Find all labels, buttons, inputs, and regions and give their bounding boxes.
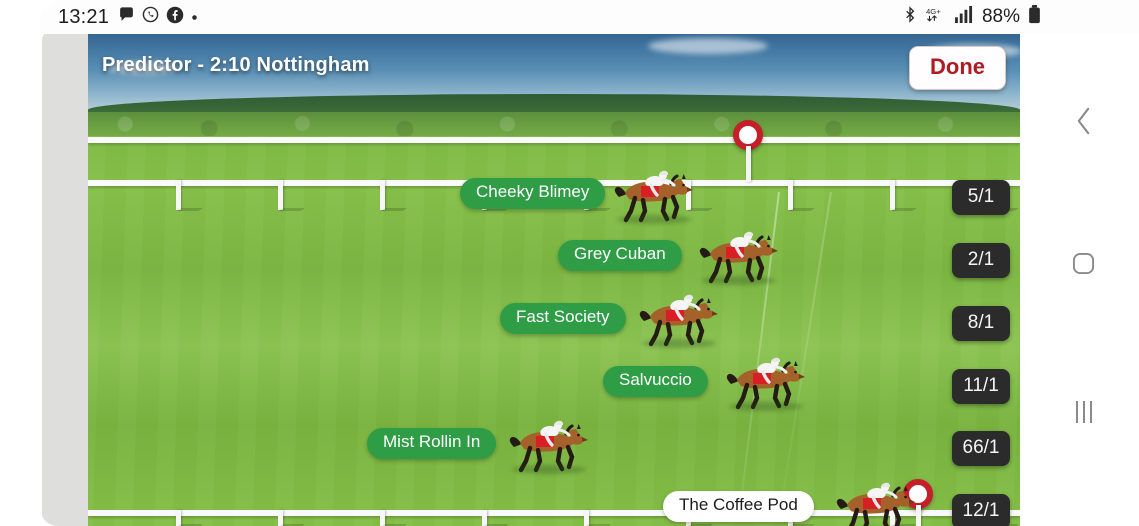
runner-name-pill[interactable]: Fast Society [500,303,626,334]
battery-full-icon [1028,5,1041,29]
horse-sprite [611,167,699,225]
runner-odds-badge[interactable]: 66/1 [952,431,1010,466]
cloud [648,38,768,54]
runner-odds-badge[interactable]: 2/1 [952,243,1010,278]
rail-post [176,180,181,210]
rail-post [890,180,895,210]
status-clock: 13:21 [58,5,110,28]
status-notification-icons [118,6,198,29]
network-4g-plus-icon: 4G+ [926,5,947,29]
finish-post-marker [733,120,763,182]
runner-name-pill[interactable]: Mist Rollin In [367,428,497,459]
finish-post-pole [746,146,751,182]
runner-name-pill[interactable]: The Coffee Pod [663,491,814,522]
runner-name-pill[interactable]: Grey Cuban [558,240,682,271]
horse-sprite [506,417,594,475]
nav-home-button[interactable] [1028,252,1139,275]
battery-percent-label: 88% [981,6,1020,27]
runner-name-pill[interactable]: Salvuccio [603,366,708,397]
horse-sprite [723,354,811,412]
bluetooth-icon [902,5,918,29]
runner-odds-badge[interactable]: 8/1 [952,306,1010,341]
horse-shadow [617,215,691,224]
horse-sprite [696,228,784,286]
signal-bars-icon [955,6,974,28]
rail-post [788,180,793,210]
chat-bubble-icon [118,6,135,28]
svg-text:4G+: 4G+ [926,7,941,16]
predictor-app-window: Cheeky Blimey 5/1 Grey Cuban 2/1 Fast So… [88,32,1020,526]
runner-odds-badge[interactable]: 5/1 [952,180,1010,215]
screen: 13:21 4G+ 88% Cheeky Blimey 5/1 Grey Cub… [0,0,1139,526]
system-navigation-bar [1028,34,1139,526]
track-rail-top [88,137,1020,143]
status-bar-right: 4G+ 88% [902,5,1041,29]
left-gutter [40,28,90,526]
nav-back-button[interactable] [1028,106,1139,136]
dot-icon [191,8,198,26]
runner-odds-badge[interactable]: 12/1 [952,494,1010,526]
track-scenery [88,32,1020,150]
horse-shadow [702,276,776,285]
facebook-icon [166,6,184,29]
home-icon [1072,252,1095,275]
back-icon [1077,107,1090,135]
rail-post [380,180,385,210]
done-button[interactable]: Done [909,46,1006,90]
recents-icon [1075,401,1092,423]
status-bar-left: 13:21 [58,6,198,29]
whatsapp-icon [142,6,159,28]
rail-post [278,180,283,210]
horse-shadow [729,402,803,411]
runner-name-pill[interactable]: Cheeky Blimey [460,178,606,209]
horse-shadow [512,465,586,474]
horse-sprite [636,291,724,349]
left-screen-edge [0,0,42,526]
nav-recents-button[interactable] [1028,401,1139,423]
runner-odds-badge[interactable]: 11/1 [952,369,1010,404]
status-bar: 13:21 4G+ 88% [40,0,1139,34]
page-title: Predictor - 2:10 Nottingham [102,54,370,76]
horse-shadow [642,339,716,348]
horse-sprite [833,479,921,526]
